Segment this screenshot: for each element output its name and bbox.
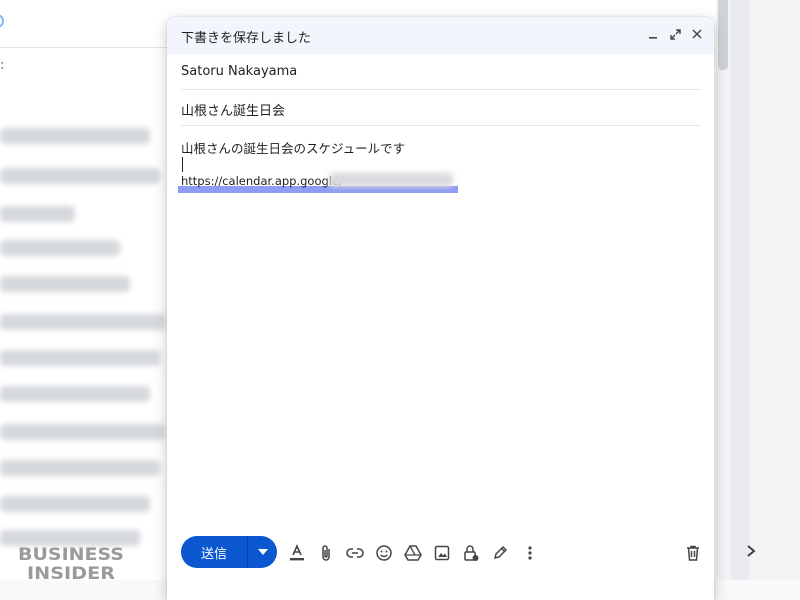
logo-line-business: BUSINESS (18, 545, 124, 565)
list-item[interactable] (0, 314, 165, 330)
subject-text: 山根さん誕生日会 (181, 104, 286, 119)
recipient-field[interactable]: Satoru Nakayama (181, 54, 701, 90)
close-icon[interactable] (690, 26, 704, 42)
logo-line-insider: INSIDER (27, 564, 115, 583)
list-item[interactable] (0, 206, 75, 222)
compose-window: 下書きを保存しました Satoru Nakayama 山根さん誕生日会 山根さん… (167, 17, 714, 600)
list-item[interactable] (0, 240, 120, 256)
send-button[interactable]: 送信 (181, 536, 277, 568)
message-body[interactable]: 山根さんの誕生日会のスケジュールです https://calendar.app.… (178, 135, 701, 515)
list-item[interactable] (0, 168, 160, 184)
chevron-right-icon[interactable] (745, 543, 757, 564)
subject-field[interactable]: 山根さん誕生日会 (181, 90, 701, 126)
blurred-message-list (0, 118, 175, 578)
list-item[interactable] (0, 460, 160, 476)
text-caret (182, 157, 183, 172)
attach-icon[interactable] (316, 543, 336, 563)
emoji-icon[interactable] (374, 543, 394, 563)
business-insider-logo: BUSINESS INSIDER (18, 545, 124, 583)
schedule-send-dropdown[interactable] (248, 549, 277, 555)
header-controls (646, 26, 704, 42)
right-rail (716, 0, 800, 580)
drive-icon[interactable] (403, 543, 423, 563)
scrollbar-thumb[interactable] (718, 0, 728, 70)
calendar-link[interactable]: https://calendar.app.google/ (181, 174, 343, 188)
scroll-track[interactable] (731, 0, 749, 580)
send-label: 送信 (200, 546, 227, 562)
list-item[interactable] (0, 276, 130, 292)
compose-title: 下書きを保存しました (181, 31, 312, 46)
compose-toolbar: 送信 (167, 535, 714, 569)
photo-icon[interactable] (432, 543, 452, 563)
body-text: 山根さんの誕生日会のスケジュールです (181, 141, 406, 156)
signature-pen-icon[interactable] (490, 543, 510, 563)
minimize-icon[interactable] (646, 26, 660, 42)
partial-ring-icon (0, 14, 4, 28)
list-item[interactable] (0, 128, 150, 144)
background-colon: : (0, 58, 5, 73)
recipient-chip[interactable]: Satoru Nakayama (181, 64, 297, 79)
discard-draft-icon[interactable] (683, 543, 703, 563)
list-item[interactable] (0, 350, 160, 366)
link-icon[interactable] (345, 543, 365, 563)
format-text-icon[interactable] (287, 543, 307, 563)
more-options-icon[interactable] (520, 543, 540, 563)
divider (0, 47, 170, 48)
confidential-lock-icon[interactable] (461, 543, 481, 563)
list-item[interactable] (0, 424, 165, 440)
list-item[interactable] (0, 496, 150, 512)
blurred-url-suffix (329, 173, 453, 187)
compose-header[interactable]: 下書きを保存しました (167, 17, 714, 54)
fullscreen-icon[interactable] (668, 26, 682, 42)
chevron-down-icon (257, 549, 268, 555)
list-item[interactable] (0, 386, 150, 402)
